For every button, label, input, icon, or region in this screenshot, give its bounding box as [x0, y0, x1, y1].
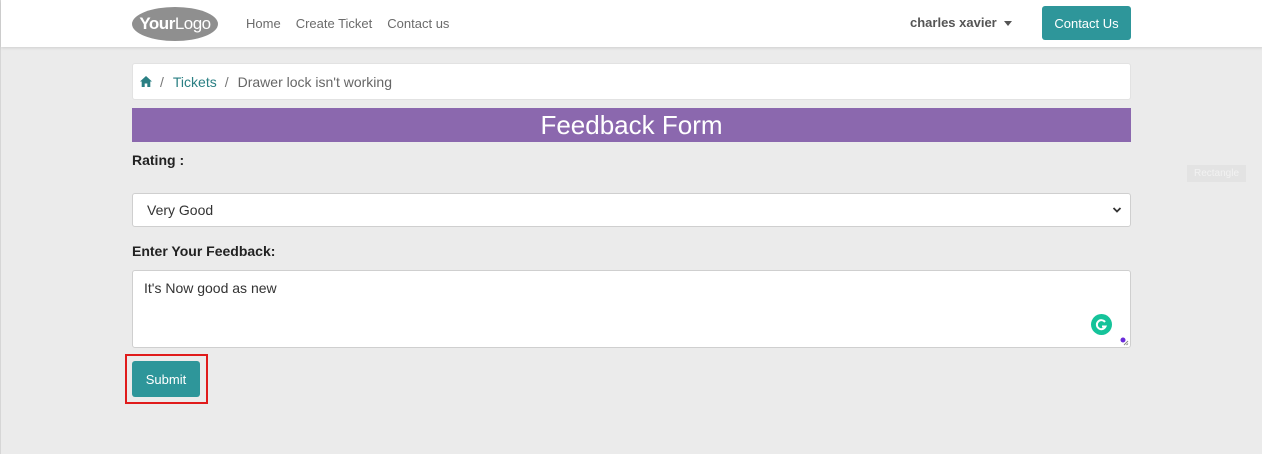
breadcrumb-tickets[interactable]: Tickets — [173, 74, 217, 90]
grammarly-icon[interactable] — [1091, 314, 1112, 335]
submit-button[interactable]: Submit — [132, 361, 200, 397]
nav-link-contact-us[interactable]: Contact us — [387, 16, 449, 31]
resize-handle-icon[interactable] — [1120, 337, 1129, 346]
logo[interactable]: Your Logo — [132, 7, 218, 41]
rating-label: Rating : — [132, 152, 185, 168]
nav-link-home[interactable]: Home — [246, 16, 281, 31]
ghost-overlay: Rectangle — [1187, 165, 1246, 182]
breadcrumb: / Tickets / Drawer lock isn't working — [132, 63, 1131, 100]
rating-value: Very Good — [147, 202, 214, 218]
feedback-textarea[interactable]: It's Now good as new — [132, 270, 1131, 348]
breadcrumb-separator: / — [160, 73, 164, 90]
contact-us-button[interactable]: Contact Us — [1042, 6, 1131, 40]
breadcrumb-separator: / — [224, 73, 229, 90]
nav-link-create-ticket[interactable]: Create Ticket — [296, 16, 373, 31]
feedback-label: Enter Your Feedback: — [132, 243, 276, 259]
grammarly-g-glyph — [1095, 319, 1108, 331]
user-menu[interactable]: charles xavier — [910, 15, 1012, 30]
rating-select[interactable]: Very Good — [132, 193, 1131, 227]
top-navbar: Your Logo Home Create Ticket Contact us c… — [1, 0, 1262, 47]
breadcrumb-current: Drawer lock isn't working — [237, 73, 392, 90]
home-icon[interactable] — [140, 76, 152, 87]
logo-text: Logo — [174, 14, 211, 33]
form-title: Feedback Form — [132, 108, 1131, 142]
caret-down-icon — [1003, 21, 1012, 27]
chevron-down-icon — [1112, 207, 1122, 213]
logo-text-bold: Your — [139, 14, 175, 33]
nav-links: Home Create Ticket Contact us — [246, 0, 464, 47]
user-name: charles xavier — [910, 15, 997, 30]
